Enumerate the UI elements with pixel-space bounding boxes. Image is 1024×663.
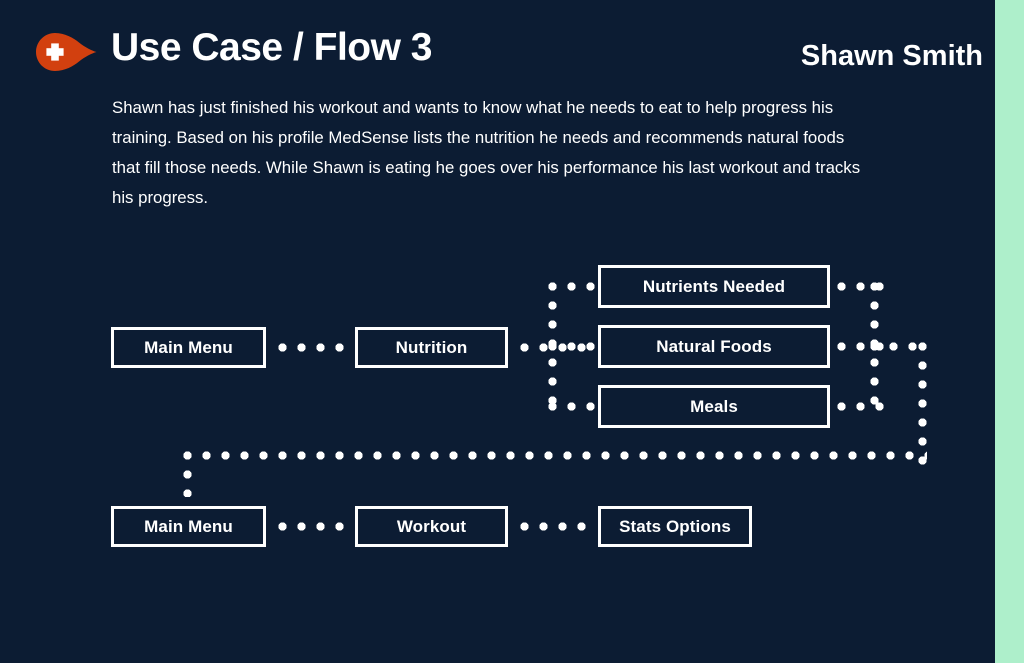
flow-node-workout[interactable]: Workout xyxy=(355,506,508,547)
flow-node-nutrients-needed[interactable]: Nutrients Needed xyxy=(598,265,830,308)
slide-canvas: Use Case / Flow 3 Shawn Smith Shawn has … xyxy=(0,0,1024,663)
flow-node-natural-foods[interactable]: Natural Foods xyxy=(598,325,830,368)
connector-branch-to-natural-foods xyxy=(548,342,595,351)
flow-node-main-menu-bottom[interactable]: Main Menu xyxy=(111,506,266,547)
connector-return-rail-vertical xyxy=(918,342,927,465)
flow-node-main-menu-top[interactable]: Main Menu xyxy=(111,327,266,368)
connector-branch-to-meals xyxy=(548,402,595,411)
connector-return-rail-horizontal xyxy=(183,451,927,460)
flow-node-nutrition[interactable]: Nutrition xyxy=(355,327,508,368)
connector-branch-to-nutrients xyxy=(548,282,595,291)
connector-main-menu-to-workout xyxy=(278,522,344,531)
connector-return-rail-drop xyxy=(183,451,192,497)
connector-workout-to-stats-options xyxy=(520,522,586,531)
flow-node-stats-options[interactable]: Stats Options xyxy=(598,506,752,547)
connector-main-menu-to-nutrition xyxy=(278,343,344,352)
flow-node-meals[interactable]: Meals xyxy=(598,385,830,428)
flow-diagram: Main Menu Nutrition Nutrients Needed Nat… xyxy=(0,0,1024,663)
